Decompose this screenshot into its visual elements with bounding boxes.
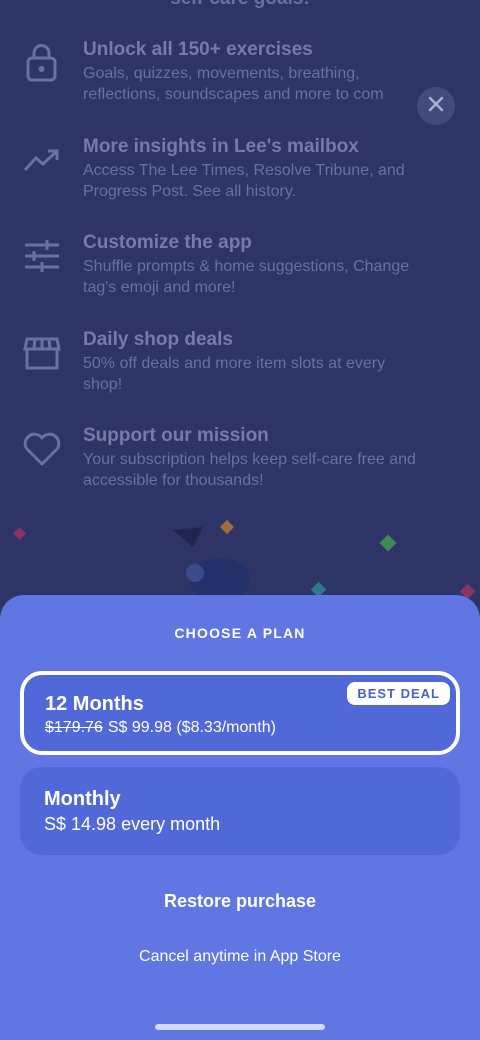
close-button[interactable]	[417, 87, 455, 125]
plan-name: 12 Months	[45, 693, 144, 715]
feature-title: Daily shop deals	[83, 329, 233, 350]
plan-option-12-months[interactable]: 12 Months $179.76 S$ 99.98 ($8.33/month) …	[20, 671, 460, 755]
mascot-illustration	[165, 525, 255, 602]
choose-plan-heading: CHOOSE A PLAN	[174, 625, 306, 641]
feature-title: More insights in Lee's mailbox	[83, 136, 359, 157]
plan-option-monthly[interactable]: Monthly S$ 14.98 every month	[20, 767, 460, 855]
feature-title: Customize the app	[83, 232, 252, 253]
feature-description: 50% off deals and more item slots at eve…	[83, 355, 386, 393]
feature-title: Unlock all 150+ exercises	[83, 39, 313, 60]
feature-item: More insights in Lee's mailbox Access Th…	[0, 136, 480, 226]
cancel-anytime-note: Cancel anytime in App Store	[139, 948, 341, 965]
storefront-icon	[22, 333, 62, 373]
close-icon	[428, 96, 444, 117]
original-price: $179.76	[45, 719, 103, 736]
plan-name: Monthly	[44, 788, 121, 810]
plan-price: S$ 14.98 every month	[44, 814, 221, 834]
feature-item: Customize the app Shuffle prompts & home…	[0, 232, 480, 322]
best-deal-badge: BEST DEAL	[347, 682, 450, 705]
heart-icon	[22, 429, 62, 469]
restore-purchase-button[interactable]: Restore purchase	[0, 891, 480, 912]
feature-description: Access The Lee Times, Resolve Tribune, a…	[83, 162, 405, 200]
feature-description: Your subscription helps keep self-care f…	[83, 451, 416, 489]
discounted-price: S$ 99.98 ($8.33/month)	[107, 719, 276, 736]
feature-item: Support our mission Your subscription he…	[0, 425, 480, 515]
sliders-icon	[22, 236, 62, 276]
plan-bottom-sheet: CHOOSE A PLAN 12 Months $179.76 S$ 99.98 …	[0, 595, 480, 1040]
feature-item: Unlock all 150+ exercises Goals, quizzes…	[0, 39, 480, 129]
trending-up-icon	[22, 140, 62, 180]
feature-title: Support our mission	[83, 425, 269, 446]
feature-item: Daily shop deals 50% off deals and more …	[0, 329, 480, 419]
plan-price: $179.76 S$ 99.98 ($8.33/month)	[45, 719, 276, 737]
feature-description: Goals, quizzes, movements, breathing, ref…	[83, 65, 384, 103]
home-indicator[interactable]	[155, 1024, 325, 1030]
lock-icon	[22, 43, 62, 83]
feature-description: Shuffle prompts & home suggestions, Chan…	[83, 258, 410, 296]
page-subtitle-partial: self-care goals!	[0, 0, 480, 10]
